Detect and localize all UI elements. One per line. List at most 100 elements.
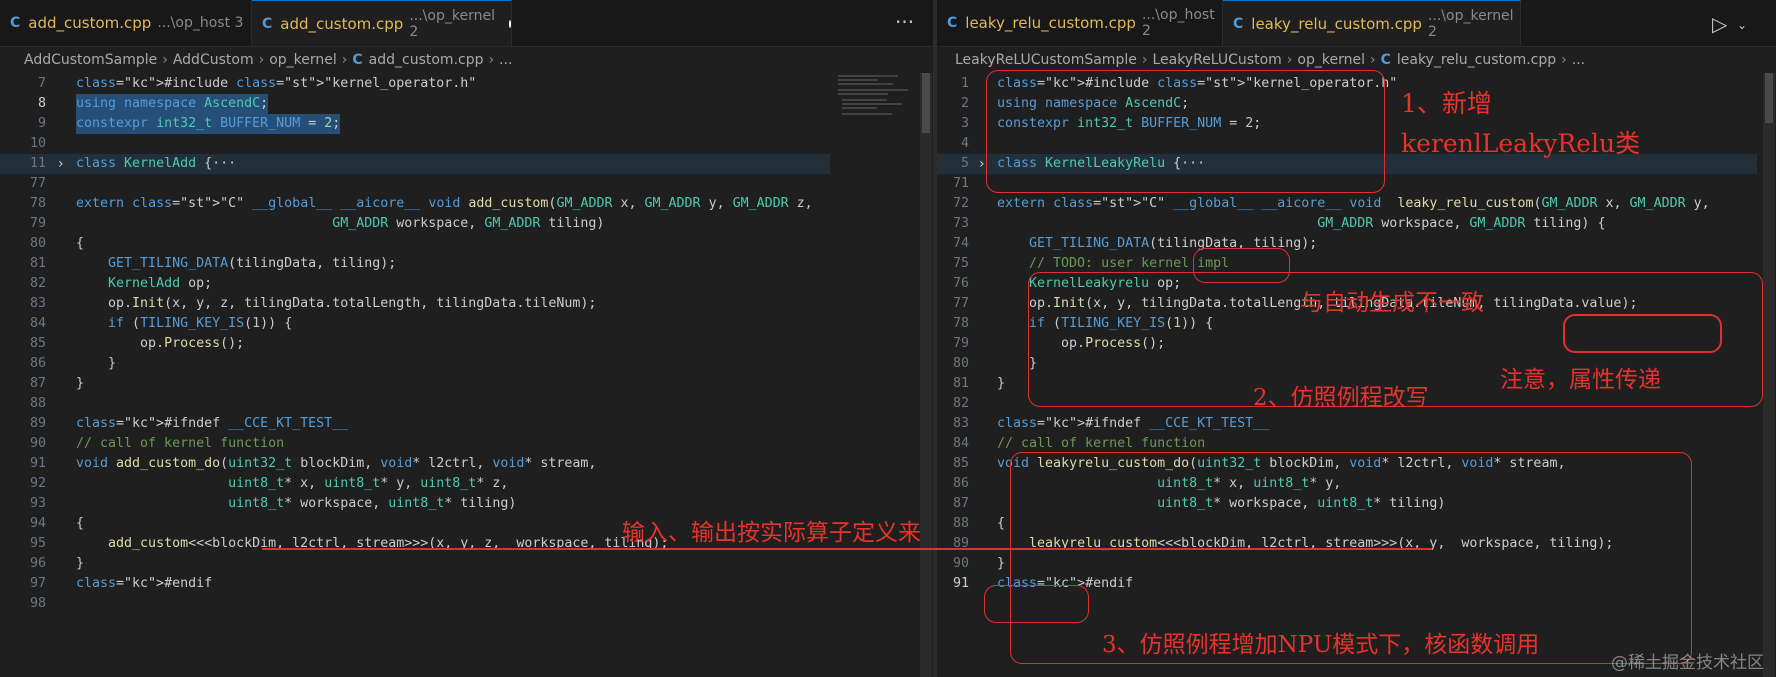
line-number: 84 bbox=[29, 316, 46, 331]
line-number: 4 bbox=[960, 136, 969, 151]
code-line[interactable]: 90 // call of kernel function bbox=[0, 434, 830, 454]
code-line[interactable]: 84 if (TILING_KEY_IS(1)) { bbox=[0, 314, 830, 334]
code-line[interactable]: 85 op.Process(); bbox=[0, 334, 830, 354]
code-text: // call of kernel function bbox=[76, 436, 285, 451]
line-number: 91 bbox=[952, 576, 969, 591]
fold-chevron-icon[interactable]: › bbox=[979, 154, 985, 174]
code-line[interactable]: 72 extern class="st">"C" __global__ __aic… bbox=[937, 194, 1757, 214]
code-line[interactable]: 93 uint8_t* workspace, uint8_t* tiling) bbox=[0, 494, 830, 514]
line-number: 89 bbox=[29, 416, 46, 431]
line-number: 80 bbox=[29, 236, 46, 251]
line-number: 3 bbox=[960, 116, 969, 131]
code-line[interactable]: 80 { bbox=[0, 234, 830, 254]
code-text: extern class="st">"C" __global__ __aicor… bbox=[76, 196, 813, 211]
code-line[interactable]: 74 GET_TILING_DATA(tilingData, tiling); bbox=[937, 234, 1757, 254]
code-line[interactable]: 11 › class KernelAdd {··· bbox=[0, 154, 830, 174]
code-line[interactable]: 73 GM_ADDR workspace, GM_ADDR tiling) { bbox=[937, 214, 1757, 234]
right-scrollbar[interactable] bbox=[1763, 73, 1775, 677]
code-line[interactable]: 8 using namespace AscendC; bbox=[0, 94, 830, 114]
left-code-area[interactable]: 7 class="kc">#include class="st">"kernel_… bbox=[0, 0, 830, 677]
left-minimap[interactable] bbox=[838, 73, 920, 677]
code-text: constexpr int32_t BUFFER_NUM = 2; bbox=[76, 114, 341, 134]
code-line[interactable]: 79 GM_ADDR workspace, GM_ADDR tiling) bbox=[0, 214, 830, 234]
line-number: 83 bbox=[29, 296, 46, 311]
code-line[interactable]: 87} bbox=[0, 374, 830, 394]
line-number: 73 bbox=[952, 216, 969, 231]
annotation-add-class-name: kerenlLeakyRelu类 bbox=[1401, 129, 1641, 158]
scrollbar-thumb[interactable] bbox=[922, 73, 930, 133]
code-line[interactable]: 86 } bbox=[0, 354, 830, 374]
line-number: 87 bbox=[952, 496, 969, 511]
line-number: 84 bbox=[952, 436, 969, 451]
code-line[interactable]: 82 KernelAdd op; bbox=[0, 274, 830, 294]
line-number: 81 bbox=[952, 376, 969, 391]
annotation-attribute-pass: 注意，属性传递 bbox=[1500, 367, 1661, 393]
code-line[interactable]: 98 bbox=[0, 594, 830, 614]
annotation-box-tiling-value bbox=[1563, 314, 1722, 353]
code-text: using namespace AscendC; bbox=[76, 94, 269, 114]
line-number: 86 bbox=[952, 476, 969, 491]
code-text: void add_custom_do(uint32_t blockDim, vo… bbox=[76, 456, 597, 471]
line-number: 7 bbox=[37, 76, 46, 91]
code-line[interactable]: 92 uint8_t* x, uint8_t* y, uint8_t* z, bbox=[0, 474, 830, 494]
line-number: 82 bbox=[29, 276, 46, 291]
watermark: @稀土掘金技术社区 bbox=[1611, 653, 1764, 673]
code-line[interactable]: 7 class="kc">#include class="st">"kernel_… bbox=[0, 74, 830, 94]
code-text: if (TILING_KEY_IS(1)) { bbox=[108, 316, 293, 331]
line-number: 76 bbox=[952, 276, 969, 291]
code-line[interactable]: 91 void add_custom_do(uint32_t blockDim, … bbox=[0, 454, 830, 474]
code-text: add_custom<<<blockDim, l2ctrl, stream>>>… bbox=[108, 536, 669, 551]
left-scrollbar[interactable] bbox=[920, 73, 932, 677]
code-text: } bbox=[76, 376, 85, 391]
line-number: 1 bbox=[960, 76, 969, 91]
code-line[interactable]: 88 bbox=[0, 394, 830, 414]
line-number: 85 bbox=[952, 456, 969, 471]
line-number: 5 bbox=[960, 156, 969, 171]
line-number: 91 bbox=[29, 456, 46, 471]
code-line[interactable]: 77 bbox=[0, 174, 830, 194]
code-text: GM_ADDR workspace, GM_ADDR tiling) { bbox=[1317, 216, 1606, 231]
code-text: GET_TILING_DATA(tilingData, tiling); bbox=[108, 256, 397, 271]
code-line[interactable]: 96} bbox=[0, 554, 830, 574]
line-number: 97 bbox=[29, 576, 46, 591]
annotation-add-class-title: 1、新增 bbox=[1401, 89, 1492, 118]
line-number: 79 bbox=[29, 216, 46, 231]
more-actions-button[interactable]: ··· bbox=[895, 0, 914, 46]
annotation-npu-kernel-call: 3、仿照例程增加NPU模式下，核函数调用 bbox=[1102, 632, 1540, 658]
code-line[interactable]: 83 op.Init(x, y, z, tilingData.totalLeng… bbox=[0, 294, 830, 314]
line-number: 88 bbox=[29, 396, 46, 411]
code-text: } bbox=[997, 556, 1006, 571]
code-text: } bbox=[76, 356, 117, 371]
line-number: 9 bbox=[37, 116, 46, 131]
code-text: { bbox=[76, 236, 85, 251]
code-text: uint8_t* workspace, uint8_t* tiling) bbox=[228, 496, 517, 511]
code-line[interactable]: 81 GET_TILING_DATA(tilingData, tiling); bbox=[0, 254, 830, 274]
line-number: 82 bbox=[952, 396, 969, 411]
annotation-io-definition: 输入、输出按实际算子定义来 bbox=[622, 520, 921, 546]
code-line[interactable]: 9 constexpr int32_t BUFFER_NUM = 2; bbox=[0, 114, 830, 134]
line-number: 94 bbox=[29, 516, 46, 531]
code-line[interactable]: 89 class="kc">#ifndef __CCE_KT_TEST__ bbox=[0, 414, 830, 434]
code-line[interactable]: 83 class="kc">#ifndef __CCE_KT_TEST__ bbox=[937, 414, 1757, 434]
code-text: extern class="st">"C" __global__ __aicor… bbox=[997, 196, 1710, 211]
code-line[interactable]: 78 extern class="st">"C" __global__ __aic… bbox=[0, 194, 830, 214]
annotation-box-leakyrelu bbox=[984, 585, 1089, 623]
code-line[interactable]: 75 // TODO: user kernel impl bbox=[937, 254, 1757, 274]
line-number: 81 bbox=[29, 256, 46, 271]
line-number: 11 bbox=[29, 156, 46, 171]
scrollbar-thumb[interactable] bbox=[1765, 73, 1773, 123]
line-number: 74 bbox=[952, 236, 969, 251]
code-text: { bbox=[76, 516, 85, 531]
fold-chevron-icon[interactable]: › bbox=[58, 154, 64, 174]
line-number: 95 bbox=[29, 536, 46, 551]
code-line[interactable]: 84 // call of kernel function bbox=[937, 434, 1757, 454]
code-line[interactable]: 97 class="kc">#endif bbox=[0, 574, 830, 594]
code-line[interactable]: 10 bbox=[0, 134, 830, 154]
line-number: 90 bbox=[952, 556, 969, 571]
line-number: 87 bbox=[29, 376, 46, 391]
code-text: op.Process(); bbox=[76, 336, 245, 351]
line-number: 78 bbox=[29, 196, 46, 211]
line-number: 89 bbox=[952, 536, 969, 551]
line-number: 92 bbox=[29, 476, 46, 491]
code-text: class="kc">#endif bbox=[76, 576, 213, 591]
